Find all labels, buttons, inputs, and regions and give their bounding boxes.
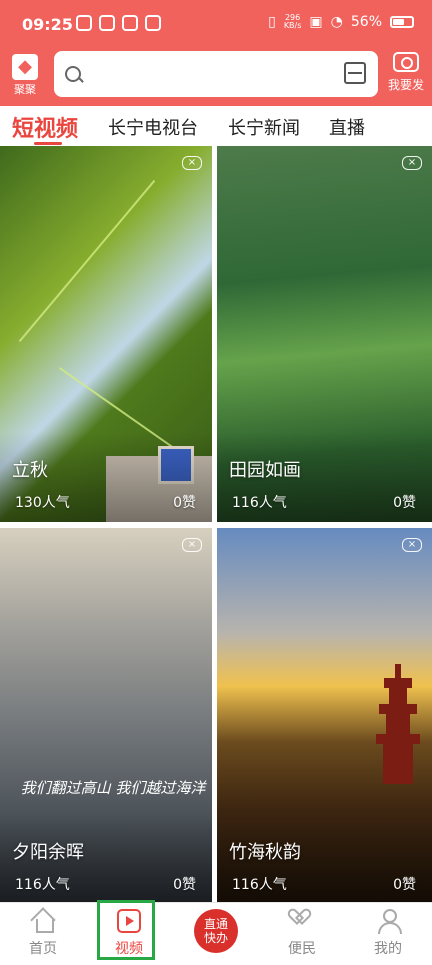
card-title: 竹海秋韵 xyxy=(229,842,301,863)
publish-label: 我要发 xyxy=(387,78,424,92)
tab-changning-news[interactable]: 长宁新闻 xyxy=(228,114,300,140)
tab-changning-tv[interactable]: 长宁电视台 xyxy=(108,114,198,140)
close-icon[interactable]: × xyxy=(402,538,422,552)
video-caption: 我们翻过高山 我们越过海洋 xyxy=(20,779,206,797)
publish-button[interactable]: 我要发 xyxy=(386,52,426,93)
video-card[interactable]: × 竹海秋韵 116人气 0赞 xyxy=(217,528,432,904)
battery-percent: 56% xyxy=(350,14,382,30)
card-views: 116人气 xyxy=(232,877,287,893)
card-views: 116人气 xyxy=(232,495,287,511)
card-title: 夕阳余晖 xyxy=(12,842,84,863)
battery-icon xyxy=(390,16,414,28)
card-likes: 0赞 xyxy=(393,877,416,893)
leaf-vein xyxy=(18,179,156,343)
card-likes: 0赞 xyxy=(173,495,196,511)
fast-service-line2: 快办 xyxy=(203,931,228,945)
fast-service-button[interactable]: 直通 快办 xyxy=(194,909,238,953)
card-likes: 0赞 xyxy=(173,877,196,893)
video-card[interactable]: × 立秋 130人气 0赞 xyxy=(0,146,212,522)
tab-live[interactable]: 直播 xyxy=(329,114,365,140)
search-icon xyxy=(65,66,81,82)
tiktok-icon xyxy=(145,15,161,31)
app-icon xyxy=(99,15,115,31)
status-bar: 09:25 ▯ 296 KB/s ▣ ◔ 56% xyxy=(0,0,432,48)
nav-home-label: 首页 xyxy=(29,941,57,957)
close-icon[interactable]: × xyxy=(182,538,202,552)
notification-icon xyxy=(76,15,92,31)
pagoda-image xyxy=(376,664,420,784)
wifi-icon: ◔ xyxy=(330,14,343,30)
close-icon[interactable]: × xyxy=(182,156,202,170)
nav-bianmin-label: 便民 xyxy=(288,941,316,957)
close-icon[interactable]: × xyxy=(402,156,422,170)
video-card[interactable]: × 田园如画 116人气 0赞 xyxy=(217,146,432,522)
logo-text: 聚聚 xyxy=(14,83,36,96)
fast-service-line1: 直通 xyxy=(203,917,228,931)
logo-icon: ◆ xyxy=(12,54,38,80)
app-logo[interactable]: ◆ 聚聚 xyxy=(10,54,40,97)
card-likes: 0赞 xyxy=(393,495,416,511)
selected-nav-highlight xyxy=(97,900,155,960)
sim-icon: ▣ xyxy=(309,14,323,30)
user-icon xyxy=(376,909,402,934)
nav-home[interactable]: 首页 xyxy=(16,909,70,958)
home-icon xyxy=(31,909,55,933)
tab-short-video[interactable]: 短视频 xyxy=(12,111,78,143)
camera-icon xyxy=(393,52,419,72)
category-tabs: 短视频 长宁电视台 长宁新闻 直播 xyxy=(0,106,432,146)
network-speed: 296 KB/s xyxy=(284,14,302,30)
search-header: ◆ 聚聚 我要发 xyxy=(0,48,432,106)
status-right: ▯ 296 KB/s ▣ ◔ 56% xyxy=(268,14,414,30)
scan-icon[interactable] xyxy=(344,62,366,84)
video-card[interactable]: × 我们翻过高山 我们越过海洋 夕阳余晖 116人气 0赞 xyxy=(0,528,212,904)
status-time: 09:25 xyxy=(22,15,73,34)
card-views: 130人气 xyxy=(15,495,70,511)
nav-me[interactable]: 我的 xyxy=(361,909,415,958)
network-speed-unit: KB/s xyxy=(283,21,302,30)
active-tab-underline xyxy=(34,142,62,145)
status-notification-icons xyxy=(76,15,161,31)
vibrate-icon: ▯ xyxy=(268,14,276,30)
heart-icon xyxy=(292,909,312,929)
message-icon xyxy=(122,15,138,31)
search-input[interactable] xyxy=(54,51,378,97)
card-views: 116人气 xyxy=(15,877,70,893)
nav-bianmin[interactable]: 便民 xyxy=(275,909,329,958)
nav-me-label: 我的 xyxy=(374,941,402,957)
card-title: 立秋 xyxy=(12,460,48,481)
card-title: 田园如画 xyxy=(229,460,301,481)
